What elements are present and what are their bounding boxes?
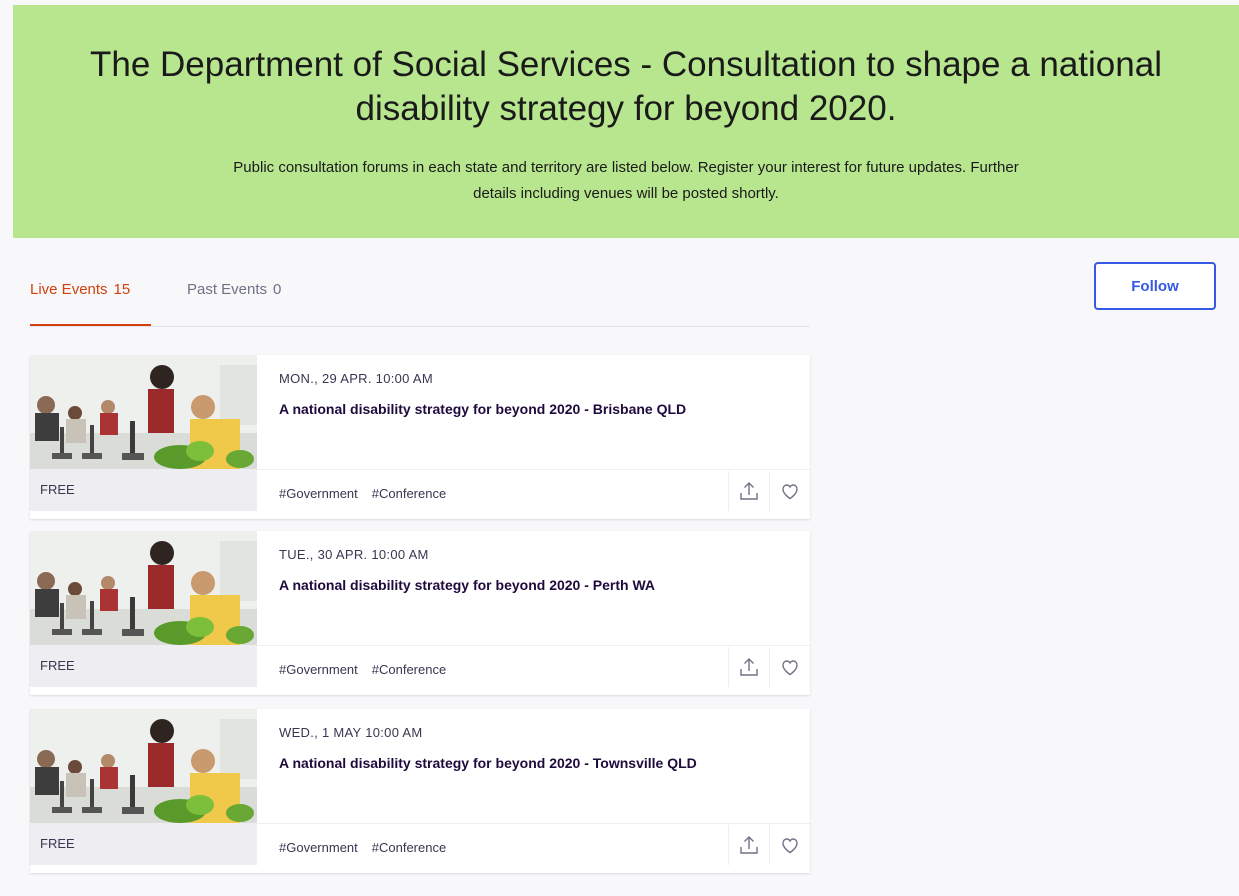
tab-past-count: 0 [273, 281, 282, 298]
event-image[interactable] [30, 531, 257, 645]
event-price: FREE [30, 823, 257, 865]
event-date: WED., 1 MAY 10:00 AM [279, 725, 423, 740]
event-title[interactable]: A national disability strategy for beyon… [279, 401, 686, 417]
event-tag[interactable]: #Conference [372, 840, 446, 855]
share-button[interactable] [728, 647, 770, 687]
event-card[interactable]: FREE WED., 1 MAY 10:00 AM A national dis… [30, 709, 810, 873]
share-icon [740, 836, 758, 854]
share-icon [740, 482, 758, 500]
event-image[interactable] [30, 709, 257, 823]
event-actions [728, 647, 810, 687]
event-tabs: Live Events 15 Past Events 0 [30, 278, 810, 327]
heart-icon [782, 660, 798, 676]
event-tag[interactable]: #Government [279, 662, 358, 677]
event-price: FREE [30, 645, 257, 687]
like-button[interactable] [770, 647, 810, 687]
card-divider [257, 823, 810, 824]
event-tags: #Government #Conference [279, 486, 460, 501]
follow-button[interactable]: Follow [1094, 262, 1216, 310]
event-actions [728, 825, 810, 865]
like-button[interactable] [770, 471, 810, 511]
event-title[interactable]: A national disability strategy for beyon… [279, 755, 697, 771]
event-tag[interactable]: #Government [279, 486, 358, 501]
event-tags: #Government #Conference [279, 840, 460, 855]
tab-live-events[interactable]: Live Events 15 [30, 278, 130, 302]
share-icon [740, 658, 758, 676]
card-divider [257, 469, 810, 470]
card-divider [257, 645, 810, 646]
tab-live-label: Live Events [30, 281, 108, 298]
active-tab-indicator [30, 324, 151, 326]
organizer-title: The Department of Social Services - Cons… [90, 45, 1162, 128]
event-card[interactable]: FREE MON., 29 APR. 10:00 AM A national d… [30, 355, 810, 519]
share-button[interactable] [728, 471, 770, 511]
event-actions [728, 471, 810, 511]
tab-past-events[interactable]: Past Events 0 [187, 278, 281, 302]
tab-past-label: Past Events [187, 281, 268, 298]
heart-icon [782, 484, 798, 500]
event-tag[interactable]: #Conference [372, 486, 446, 501]
event-tag[interactable]: #Conference [372, 662, 446, 677]
event-card[interactable]: FREE TUE., 30 APR. 10:00 AM A national d… [30, 531, 810, 695]
share-button[interactable] [728, 825, 770, 865]
event-date: TUE., 30 APR. 10:00 AM [279, 547, 429, 562]
event-price: FREE [30, 469, 257, 511]
organizer-description: Public consultation forums in each state… [233, 159, 1019, 202]
organizer-hero: The Department of Social Services - Cons… [13, 5, 1239, 238]
event-tag[interactable]: #Government [279, 840, 358, 855]
event-title[interactable]: A national disability strategy for beyon… [279, 577, 655, 593]
event-date: MON., 29 APR. 10:00 AM [279, 371, 433, 386]
event-tags: #Government #Conference [279, 662, 460, 677]
tab-live-count: 15 [113, 281, 131, 298]
event-image[interactable] [30, 355, 257, 469]
like-button[interactable] [770, 825, 810, 865]
heart-icon [782, 838, 798, 854]
